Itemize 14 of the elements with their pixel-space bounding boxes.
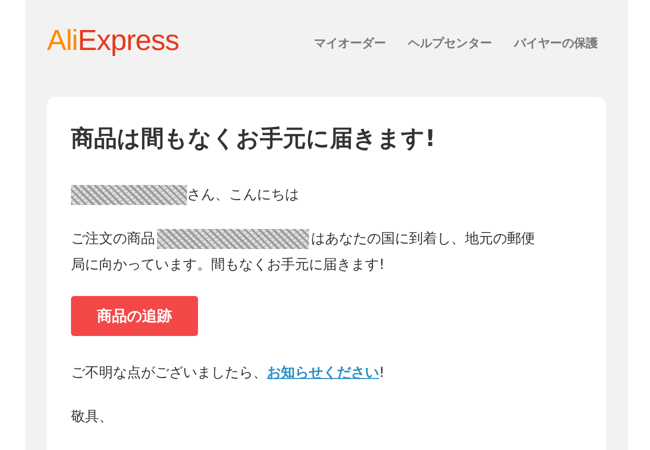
greeting-text: さん、こんにちは [187, 187, 299, 203]
nav-link[interactable]: バイヤーの保護 [514, 34, 598, 52]
nav-link[interactable]: ヘルプセンター [408, 34, 492, 52]
nav-link[interactable]: マイオーダー [314, 34, 386, 52]
email-title: 商品は間もなくお手元に届きます! [71, 125, 436, 154]
message-text: ご注文の商品 [71, 231, 155, 247]
help-text: ! [379, 365, 385, 381]
message-text: 局に向かっています。間もなくお手元に届きます! [71, 257, 385, 273]
closing-text: 敬具、 [71, 408, 114, 427]
message-text: はあなたの国に到着し、地元の郵便 [311, 231, 535, 247]
track-button[interactable]: 商品の追跡 [71, 296, 198, 336]
help-text: ご不明な点がございましたら、 [71, 365, 267, 381]
contact-link[interactable]: お知らせください [267, 365, 379, 381]
logo[interactable]: AliExpress [47, 24, 179, 58]
